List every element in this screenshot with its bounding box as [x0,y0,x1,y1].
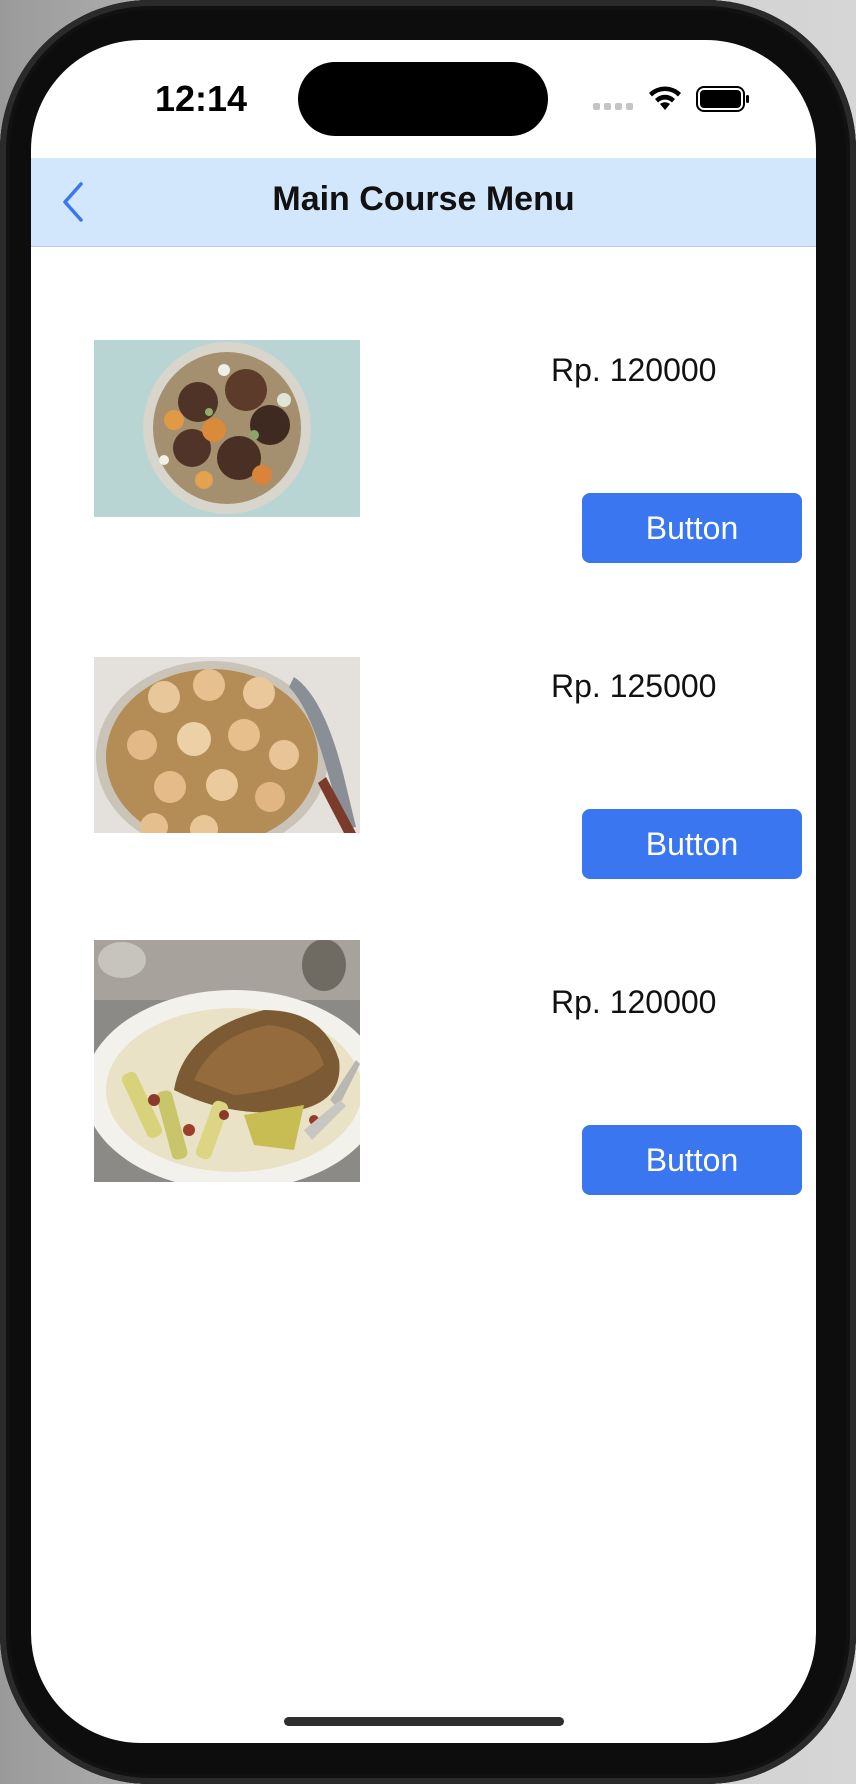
dish-image [94,340,360,517]
price-label: Rp. 125000 [551,668,717,704]
price-label: Rp. 120000 [551,984,717,1020]
phone-frame: 12:14 Main Course Menu Rp. 120000 Button… [0,0,856,1784]
order-button[interactable]: Button [582,1125,802,1195]
screen: 12:14 Main Course Menu Rp. 120000 Button… [31,40,816,1743]
navigation-bar: Main Course Menu [31,158,816,247]
dish-image [94,657,360,833]
page-title: Main Course Menu [272,180,575,218]
dynamic-island [298,62,548,136]
home-indicator[interactable] [284,1717,564,1726]
order-button[interactable]: Button [582,493,802,563]
wifi-icon [649,86,681,110]
status-bar: 12:14 [31,40,816,158]
dish-image [94,940,360,1182]
battery-icon [696,86,749,112]
cellular-signal-icon [593,103,633,110]
status-time: 12:14 [154,78,248,119]
chevron-left-icon [63,182,83,222]
back-button[interactable] [55,178,105,228]
order-button[interactable]: Button [582,809,802,879]
price-label: Rp. 120000 [551,352,717,388]
